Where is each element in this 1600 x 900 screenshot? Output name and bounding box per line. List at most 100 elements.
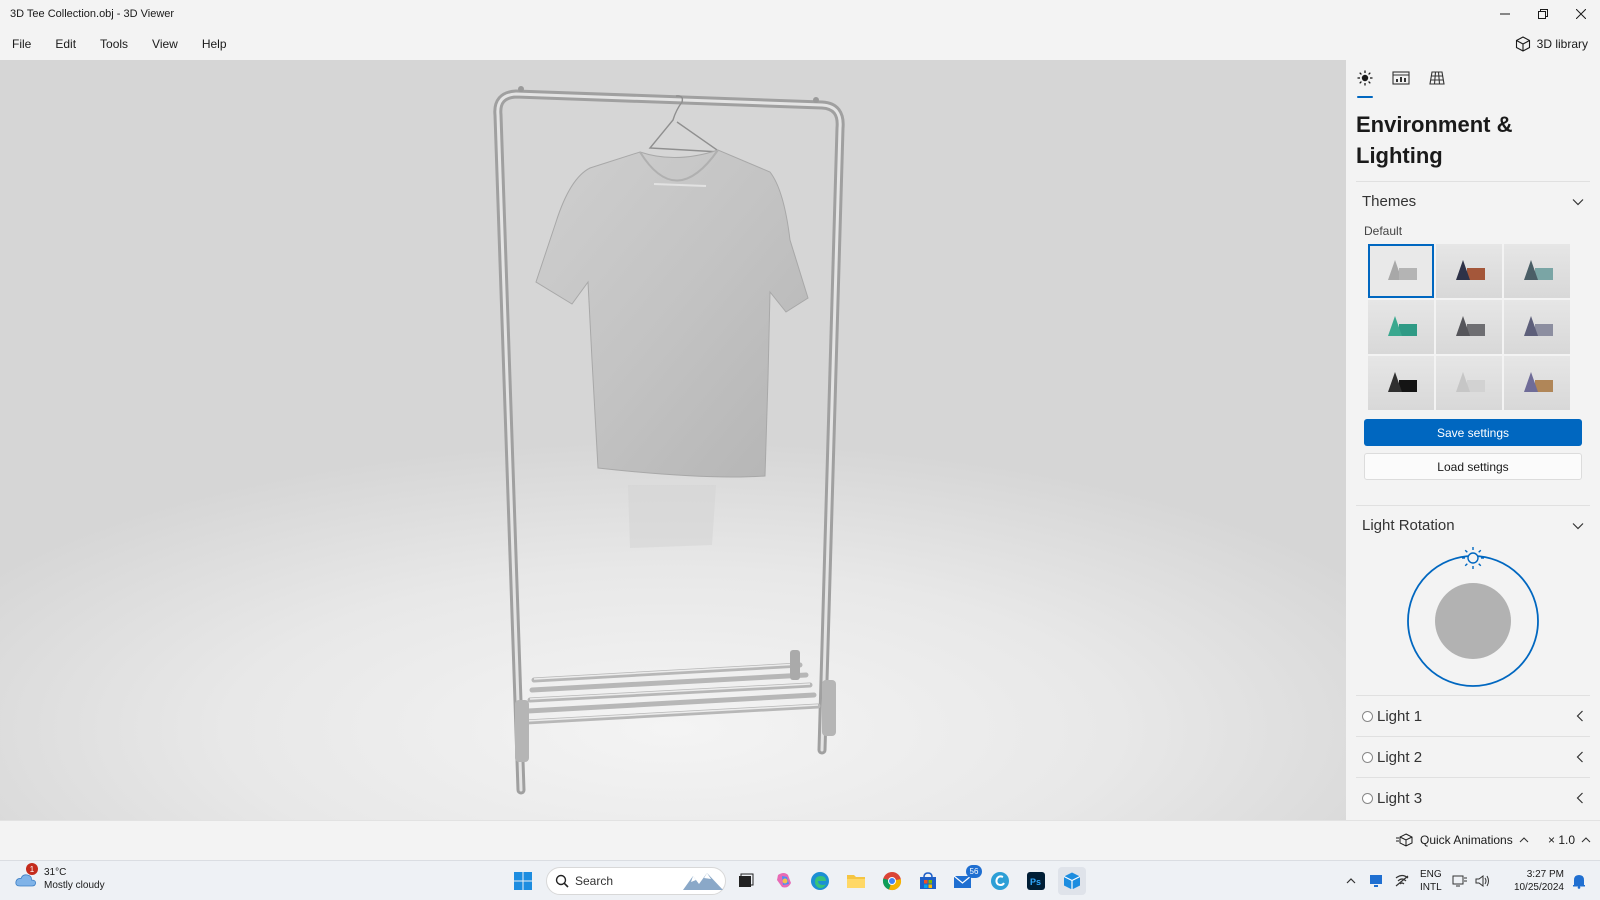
rotation-dial-graphic	[1407, 547, 1539, 687]
store-button[interactable]	[914, 867, 942, 895]
weather-widget[interactable]: 1 31°C Mostly cloudy	[14, 863, 105, 892]
menu-edit[interactable]: Edit	[43, 28, 88, 60]
restore-button[interactable]	[1524, 0, 1562, 28]
environment-lighting-panel: Environment & Lighting Themes Default Sa…	[1346, 60, 1600, 820]
light-3-radio[interactable]	[1362, 792, 1373, 804]
volume-icon[interactable]	[1474, 874, 1490, 888]
theme-option[interactable]	[1368, 244, 1434, 298]
close-icon	[1576, 9, 1586, 19]
animation-speed-label: × 1.0	[1548, 833, 1576, 847]
menu-view[interactable]: View	[140, 28, 190, 60]
theme-option[interactable]	[1436, 244, 1502, 298]
clock[interactable]: 3:27 PM 10/25/2024	[1506, 868, 1564, 894]
themes-group-label: Default	[1364, 224, 1403, 238]
language-label: ENG	[1420, 869, 1442, 880]
clock-date: 10/25/2024	[1513, 882, 1564, 893]
task-view-icon	[739, 873, 754, 887]
theme-option[interactable]	[1436, 300, 1502, 354]
theme-option[interactable]	[1504, 244, 1570, 298]
load-settings-button[interactable]: Load settings	[1364, 453, 1582, 480]
chevron-up-icon	[1519, 837, 1529, 843]
menu-tools[interactable]: Tools	[88, 28, 140, 60]
quick-animations-button[interactable]: Quick Animations	[1396, 833, 1529, 847]
light-rotation-section-header[interactable]: Light Rotation	[1356, 505, 1590, 545]
tab-environment-lighting[interactable]	[1356, 70, 1374, 98]
theme-preview-icon	[1524, 372, 1553, 392]
chevron-left-icon	[1576, 710, 1583, 722]
clock-time: 3:27 PM	[1526, 869, 1564, 880]
network-icon[interactable]	[1394, 874, 1410, 888]
search-highlight-icon	[683, 873, 723, 890]
panel-tabs	[1346, 60, 1600, 100]
3d-viewer-button[interactable]	[1058, 867, 1086, 895]
language-indicator[interactable]: ENG INTL	[1420, 868, 1442, 894]
theme-preview-icon	[1456, 372, 1485, 392]
sun-icon	[1357, 70, 1373, 86]
copilot-button[interactable]	[770, 867, 798, 895]
panel-title: Environment & Lighting	[1356, 112, 1513, 168]
theme-preview-icon	[1388, 316, 1417, 336]
chrome-icon	[882, 872, 902, 891]
chrome-button[interactable]	[878, 867, 906, 895]
start-button[interactable]	[509, 867, 537, 895]
light-1-radio[interactable]	[1362, 710, 1373, 722]
copilot-icon	[777, 873, 791, 888]
stats-icon	[1392, 71, 1410, 85]
tab-mesh-grid[interactable]	[1428, 70, 1446, 98]
store-icon	[920, 872, 936, 889]
tray-overflow-icon[interactable]	[1346, 877, 1356, 885]
menu-help[interactable]: Help	[190, 28, 239, 60]
notifications-button[interactable]	[1569, 867, 1589, 895]
theme-option[interactable]	[1504, 356, 1570, 410]
display-icon[interactable]	[1368, 874, 1384, 888]
theme-option[interactable]	[1436, 356, 1502, 410]
theme-preview-icon	[1388, 260, 1417, 280]
photoshop-button[interactable]: Ps	[1022, 867, 1050, 895]
theme-option[interactable]	[1368, 356, 1434, 410]
menu-bar: File Edit Tools View Help 3D library	[0, 28, 1600, 60]
monitor-network-icon[interactable]	[1452, 874, 1468, 888]
taskbar: 1 31°C Mostly cloudy Search 56 Ps ENG IN…	[0, 860, 1600, 900]
light-rotation-label: Light Rotation	[1362, 517, 1455, 534]
search-placeholder: Search	[575, 874, 614, 888]
menu-file[interactable]: File	[0, 28, 43, 60]
system-tray: ENG INTL	[1346, 861, 1490, 900]
mail-badge: 56	[966, 865, 982, 878]
edge-icon	[811, 872, 829, 890]
close-button[interactable]	[1562, 0, 1600, 28]
sun-handle-icon	[1462, 547, 1484, 569]
themes-section-header[interactable]: Themes	[1356, 181, 1590, 221]
3d-viewer-icon	[1063, 872, 1081, 890]
light-1-row[interactable]: Light 1	[1356, 695, 1590, 736]
themes-header-label: Themes	[1362, 193, 1417, 210]
keyboard-layout-label: INTL	[1420, 882, 1442, 893]
minimize-button[interactable]	[1486, 0, 1524, 28]
3d-library-label: 3D library	[1536, 37, 1588, 51]
canva-button[interactable]	[986, 867, 1014, 895]
theme-grid	[1346, 239, 1600, 410]
tab-stats-shading[interactable]	[1392, 70, 1410, 98]
edge-button[interactable]	[806, 867, 834, 895]
light-2-row[interactable]: Light 2	[1356, 736, 1590, 777]
theme-preview-icon	[1524, 316, 1553, 336]
taskbar-search[interactable]: Search	[546, 867, 726, 895]
animation-speed-button[interactable]: × 1.0	[1548, 833, 1591, 847]
3d-library-button[interactable]: 3D library	[1515, 32, 1588, 56]
chevron-left-icon	[1576, 751, 1583, 763]
3d-viewport[interactable]	[0, 60, 1346, 820]
minimize-icon	[1500, 13, 1510, 15]
light-3-row[interactable]: Light 3	[1356, 777, 1590, 818]
animation-cube-icon	[1396, 833, 1413, 847]
light-2-radio[interactable]	[1362, 751, 1373, 763]
file-explorer-button[interactable]	[842, 867, 870, 895]
task-view-button[interactable]	[731, 867, 759, 895]
theme-option[interactable]	[1504, 300, 1570, 354]
light-rotation-dial[interactable]	[1346, 545, 1600, 695]
mail-button[interactable]: 56	[950, 865, 982, 895]
light-1-label: Light 1	[1377, 707, 1423, 725]
theme-preview-icon	[1388, 372, 1417, 392]
theme-preview-icon	[1524, 260, 1553, 280]
theme-preview-icon	[1456, 316, 1485, 336]
theme-option[interactable]	[1368, 300, 1434, 354]
save-settings-button[interactable]: Save settings	[1364, 419, 1582, 446]
